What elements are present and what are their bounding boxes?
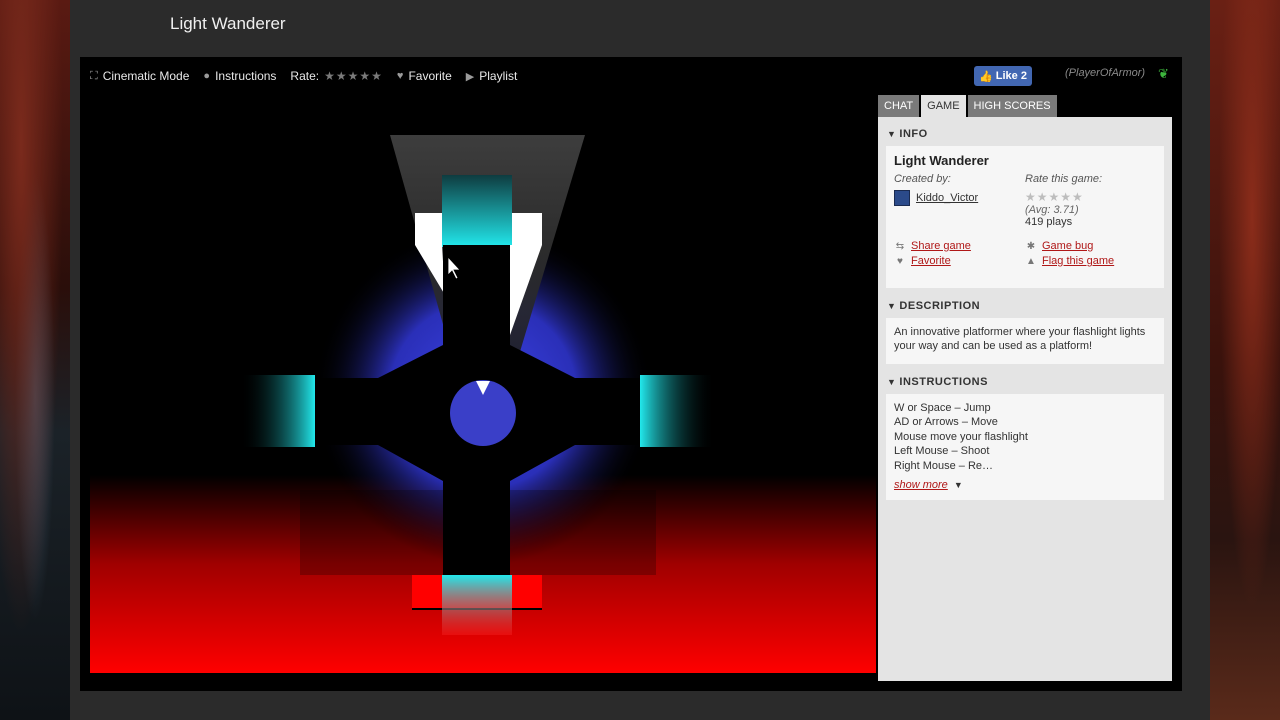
favorite-label: Favorite — [408, 69, 452, 83]
average-rating: (Avg: 3.71) — [1025, 204, 1079, 216]
instructions-button[interactable]: ● Instructions — [203, 69, 276, 83]
show-more-row: show more ▼ — [894, 479, 1156, 491]
info-grid: Created by: Kiddo_Victor Rate this game:… — [894, 173, 1156, 228]
tab-high-scores[interactable]: HIGH SCORES — [967, 95, 1057, 117]
favorite-link[interactable]: Favorite — [911, 255, 951, 267]
instruction-line: Mouse move your flashlight — [894, 430, 1028, 443]
game-player: ⛶ Cinematic Mode ● Instructions Rate: ★★… — [80, 57, 1182, 691]
chevron-down-icon: ▼ — [953, 480, 963, 491]
instruction-line: Right Mouse – Re… — [894, 459, 994, 472]
page-title: Light Wanderer — [170, 14, 286, 33]
facebook-like-button[interactable]: 👍 Like 2 — [974, 66, 1032, 86]
instructions-heading: INSTRUCTIONS — [899, 376, 988, 388]
description-heading: DESCRIPTION — [899, 300, 981, 312]
avatar[interactable] — [894, 190, 910, 206]
info-box: Light Wanderer Created by: Kiddo_Victor … — [886, 146, 1164, 288]
info-links-left: ⇆ Share game ♥ Favorite — [894, 240, 1025, 270]
rating-column: Rate this game: ★★★★★ (Avg: 3.71) 419 pl… — [1025, 173, 1156, 228]
triangle-down-icon: ▼ — [887, 129, 897, 139]
background-right — [1210, 0, 1280, 720]
game-bug-row: ✱ Game bug — [1025, 240, 1156, 252]
share-icon: ⇆ — [895, 240, 905, 252]
instruction-line: Left Mouse – Shoot — [894, 445, 990, 458]
info-section-toggle[interactable]: ▼ INFO — [878, 126, 1172, 142]
cinematic-mode-button[interactable]: ⛶ Cinematic Mode — [90, 69, 189, 83]
game-scene[interactable] — [90, 95, 876, 673]
right-cyan-portal — [640, 375, 715, 447]
player-toolbar: ⛶ Cinematic Mode ● Instructions Rate: ★★… — [90, 67, 517, 85]
author-link[interactable]: Kiddo_Victor — [916, 192, 978, 204]
shadow-band — [300, 490, 656, 575]
info-links: ⇆ Share game ♥ Favorite ✱ Game bug ▲ Fla… — [894, 240, 1156, 270]
game-title: Light Wanderer — [894, 153, 989, 168]
play-count: 419 plays — [1025, 216, 1073, 228]
playlist-label: Playlist — [479, 69, 518, 83]
instructions-section-toggle[interactable]: ▼ INSTRUCTIONS — [878, 374, 1172, 390]
play-icon: ▶ — [465, 70, 475, 83]
flag-game-row: ▲ Flag this game — [1025, 255, 1156, 267]
page-container: Light Wanderer ⛶ Cinematic Mode ● Instru… — [70, 0, 1210, 720]
triangle-down-icon: ▼ — [887, 301, 897, 311]
description-section-toggle[interactable]: ▼ DESCRIPTION — [878, 298, 1172, 314]
rate-control: Rate: ★★★★★ — [290, 69, 382, 83]
fullscreen-icon: ⛶ — [90, 69, 98, 82]
bug-icon: ✱ — [1026, 240, 1036, 252]
game-rating-stars[interactable]: ★★★★★ — [1025, 190, 1156, 204]
game-panel: ▼ INFO Light Wanderer Created by: Kiddo_V… — [878, 117, 1172, 681]
bottom-cyan-portal — [442, 575, 512, 635]
warning-icon: ▲ — [1026, 255, 1036, 267]
instruction-line: W or Space – Jump — [894, 402, 991, 414]
favorite-row: ♥ Favorite — [894, 255, 1025, 267]
flag-game-link[interactable]: Flag this game — [1042, 255, 1114, 267]
thumbs-up-icon: 👍 — [979, 70, 993, 83]
rate-stars[interactable]: ★★★★★ — [324, 69, 383, 83]
background-left — [0, 0, 70, 720]
facebook-like-label: Like 2 — [995, 70, 1027, 82]
info-heading: INFO — [899, 128, 928, 140]
instructions-box: W or Space – Jump AD or Arrows – Move Mo… — [886, 394, 1164, 500]
share-game-row: ⇆ Share game — [894, 240, 1025, 252]
heart-icon: ♥ — [897, 255, 903, 267]
cinematic-mode-label: Cinematic Mode — [102, 69, 190, 83]
game-canvas[interactable] — [90, 95, 876, 673]
left-cyan-portal — [240, 375, 315, 447]
rate-label: Rate: — [290, 69, 320, 83]
instructions-label: Instructions — [215, 69, 277, 83]
game-bug-link[interactable]: Game bug — [1042, 240, 1093, 252]
author-row: Kiddo_Victor — [894, 190, 1025, 206]
description-box: An innovative platformer where your flas… — [886, 318, 1164, 364]
share-game-link[interactable]: Share game — [911, 240, 971, 252]
playlist-button[interactable]: ▶ Playlist — [466, 69, 517, 83]
creator-column: Created by: Kiddo_Victor — [894, 173, 1025, 228]
favorite-button[interactable]: ♥ Favorite — [397, 69, 452, 83]
top-cyan-portal — [442, 175, 512, 247]
heart-icon: ♥ — [396, 70, 404, 82]
info-links-right: ✱ Game bug ▲ Flag this game — [1025, 240, 1156, 270]
player-username[interactable]: (PlayerOfArmor) — [1065, 67, 1145, 79]
gamepad-icon: ● — [203, 70, 211, 82]
leaf-icon: ❦ — [1158, 66, 1169, 81]
created-by-label: Created by: — [894, 173, 951, 185]
tab-game[interactable]: GAME — [921, 95, 966, 117]
rate-this-game-label: Rate this game: — [1025, 173, 1103, 185]
tab-chat[interactable]: CHAT — [878, 95, 920, 117]
instruction-line: AD or Arrows – Move — [894, 416, 998, 429]
show-more-link[interactable]: show more — [894, 479, 948, 491]
triangle-down-icon: ▼ — [887, 377, 897, 387]
sidebar-tabs: CHAT GAME HIGH SCORES — [878, 95, 1172, 117]
game-sidebar: CHAT GAME HIGH SCORES ▼ INFO Light Wander… — [878, 95, 1172, 681]
